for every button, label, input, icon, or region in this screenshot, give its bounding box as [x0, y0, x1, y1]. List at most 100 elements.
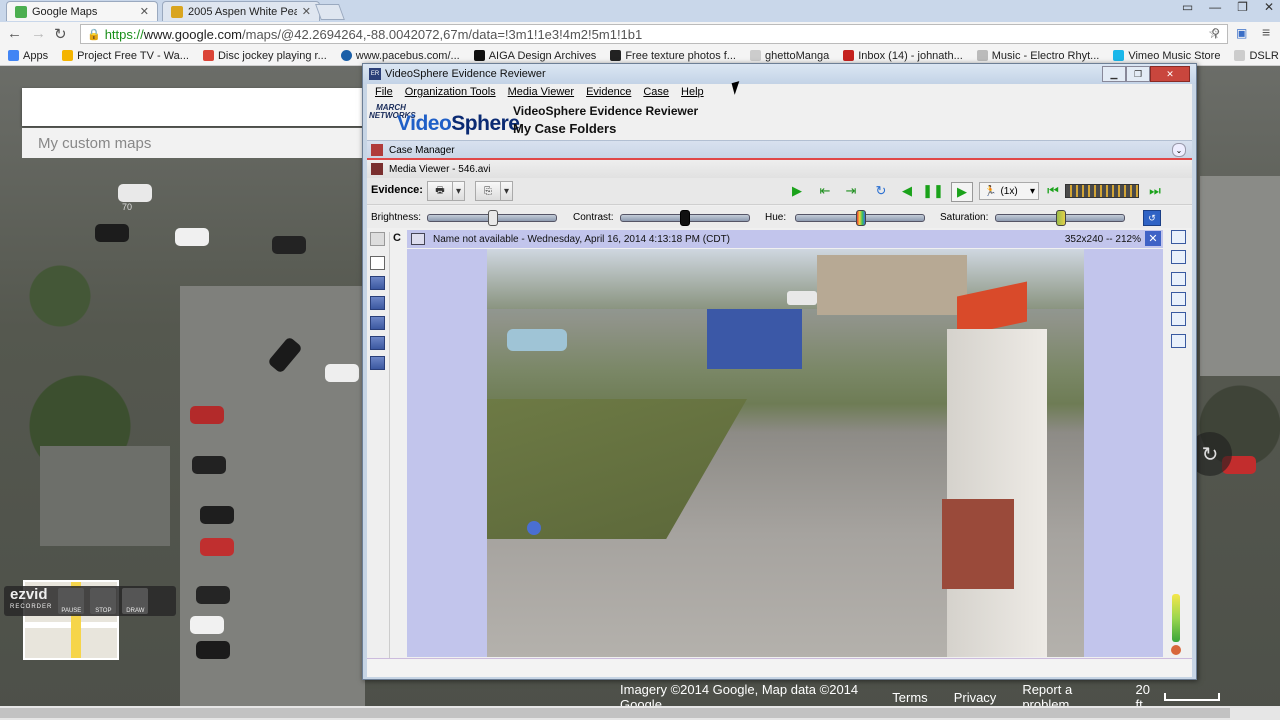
audio-mute-icon[interactable]: [1171, 645, 1181, 655]
minimize-button[interactable]: ▁: [1102, 66, 1126, 82]
layout-single-icon[interactable]: [370, 256, 385, 270]
bookmark-star-icon[interactable]: ☆: [1208, 25, 1221, 42]
rewind-icon[interactable]: ◀: [897, 182, 917, 200]
close-button[interactable]: ✕: [1150, 66, 1190, 82]
bookmark-item[interactable]: Project Free TV - Wa...: [62, 50, 189, 62]
tab-google-maps[interactable]: Google Maps ✕: [6, 1, 158, 21]
scale-bar: [1163, 693, 1220, 701]
timeline-filmstrip[interactable]: [1065, 184, 1139, 198]
step-back-icon[interactable]: ⇤: [815, 182, 835, 200]
terms-link[interactable]: Terms: [892, 690, 927, 705]
playback-speed-select[interactable]: 🏃 (1x) ▾: [979, 182, 1039, 200]
ezvid-pause-button[interactable]: PAUSE: [58, 588, 85, 614]
browser-tabstrip: Google Maps ✕ 2005 Aspen White Pearl Al …: [0, 0, 1280, 22]
url-scheme: https://: [104, 26, 144, 42]
my-custom-maps[interactable]: My custom maps: [22, 128, 372, 158]
fit-icon[interactable]: [370, 232, 385, 246]
ezvid-stop-button[interactable]: STOP: [90, 588, 117, 614]
ezvid-draw-button[interactable]: DRAW: [122, 588, 149, 614]
export-frame-icon[interactable]: [1171, 334, 1186, 348]
maps-search-box[interactable]: [22, 88, 372, 126]
bookmark-label: Vimeo Music Store: [1128, 49, 1221, 62]
case-manager-label: Case Manager: [389, 144, 455, 156]
case-manager-bar[interactable]: Case Manager ⌄: [367, 140, 1192, 159]
bookmark-item[interactable]: Free texture photos f...: [610, 50, 736, 62]
layout-2x2-icon[interactable]: [370, 316, 385, 330]
video-building-wall: [947, 329, 1047, 657]
extension-icon[interactable]: ▣: [1236, 26, 1247, 40]
brightness-thumb[interactable]: [488, 210, 498, 226]
reload-icon[interactable]: ↻: [54, 25, 67, 43]
print-button[interactable]: 🖶: [427, 181, 453, 201]
saturation-slider[interactable]: [995, 210, 1125, 226]
menu-evidence[interactable]: Evidence: [586, 86, 631, 102]
menu-case[interactable]: Case: [643, 86, 669, 102]
maximize-icon[interactable]: ❐: [1237, 0, 1248, 14]
window-icon[interactable]: [1171, 272, 1186, 286]
menu-icon[interactable]: ≡: [1262, 24, 1270, 40]
collapse-icon[interactable]: ⌄: [1172, 143, 1186, 157]
hue-thumb[interactable]: [856, 210, 866, 226]
loop-icon[interactable]: ↻: [871, 182, 891, 200]
bookmark-item[interactable]: www.pacebus.com/...: [340, 50, 460, 62]
pause-icon[interactable]: ❚❚: [922, 182, 944, 200]
car: [196, 641, 230, 659]
close-icon[interactable]: ✕: [1264, 0, 1274, 14]
tab-close-icon[interactable]: ✕: [140, 5, 149, 18]
bookmark-apps[interactable]: Apps: [8, 50, 48, 62]
vimeo-icon: [1113, 50, 1125, 61]
bookmark-item[interactable]: Vimeo Music Store: [1113, 50, 1220, 62]
video-frame[interactable]: [487, 249, 1084, 657]
play-icon[interactable]: ▶: [787, 182, 807, 200]
media-viewer-bar[interactable]: Media Viewer - 546.avi: [367, 158, 1192, 178]
menu-help[interactable]: Help: [681, 86, 704, 102]
layout-2x1-icon[interactable]: [370, 296, 385, 310]
bookmark-item[interactable]: DSLR Rig: [1234, 50, 1280, 62]
layout-3x3-icon[interactable]: [370, 336, 385, 350]
layout-1x2-icon[interactable]: [370, 276, 385, 290]
zoom-region-icon[interactable]: [1171, 230, 1186, 244]
close-view-button[interactable]: ✕: [1145, 231, 1161, 246]
frame-info-icon[interactable]: [1171, 250, 1186, 264]
bookmark-item[interactable]: Inbox (14) - johnath...: [843, 50, 963, 62]
new-tab-button[interactable]: [315, 4, 345, 20]
horizontal-scrollbar[interactable]: [0, 706, 1280, 720]
export-button[interactable]: ⎘: [475, 181, 501, 201]
bookmark-item[interactable]: Music - Electro Rhyt...: [976, 50, 1099, 62]
browser-window-controls: ▭ — ❐ ✕: [1182, 0, 1274, 14]
skip-start-icon[interactable]: ⏮: [1043, 182, 1063, 200]
back-icon[interactable]: ←: [7, 25, 22, 42]
tab-aspen[interactable]: 2005 Aspen White Pearl Al ✕: [162, 1, 320, 21]
privacy-link[interactable]: Privacy: [954, 690, 997, 705]
contrast-thumb[interactable]: [679, 210, 690, 226]
contrast-slider[interactable]: [620, 210, 750, 226]
step-forward-icon[interactable]: ⇥: [841, 182, 861, 200]
skip-end-icon[interactable]: ⏭: [1145, 182, 1165, 200]
print-dropdown-icon[interactable]: ▾: [453, 181, 465, 201]
magnify-icon[interactable]: [1171, 292, 1186, 306]
forward-icon[interactable]: →: [31, 25, 46, 42]
window-titlebar[interactable]: ER VideoSphere Evidence Reviewer ▁ ❐ ✕: [363, 64, 1196, 84]
tab-close-icon[interactable]: ✕: [302, 5, 311, 18]
audio-level-meter: [1172, 594, 1180, 642]
maximize-button[interactable]: ❐: [1126, 66, 1150, 82]
hue-slider[interactable]: [795, 210, 925, 226]
scrollbar-thumb[interactable]: [0, 708, 1230, 718]
bookmark-item[interactable]: Disc jockey playing r...: [202, 50, 327, 62]
videosphere-logo: MARCH NETWORKS VideoSphere: [369, 100, 520, 140]
brightness-slider[interactable]: [427, 210, 557, 226]
layout-4x4-icon[interactable]: [370, 356, 385, 370]
lock-icon: 🔒: [87, 28, 101, 41]
play-button[interactable]: ▶: [951, 182, 973, 202]
export-dropdown-icon[interactable]: ▾: [501, 181, 513, 201]
menu-media-viewer[interactable]: Media Viewer: [508, 86, 574, 102]
user-icon[interactable]: ▭: [1182, 0, 1193, 14]
minimize-icon[interactable]: —: [1209, 0, 1221, 14]
bookmark-item[interactable]: ghettoManga: [749, 50, 829, 62]
snapshot-icon[interactable]: [1171, 312, 1186, 326]
video-viewer[interactable]: [407, 249, 1163, 657]
saturation-thumb[interactable]: [1056, 210, 1066, 226]
bookmark-item[interactable]: AIGA Design Archives: [473, 50, 596, 62]
address-bar[interactable]: 🔒 https://www.google.com/maps/@42.269426…: [80, 24, 1228, 44]
reset-adjustments-button[interactable]: ↺: [1143, 210, 1161, 226]
